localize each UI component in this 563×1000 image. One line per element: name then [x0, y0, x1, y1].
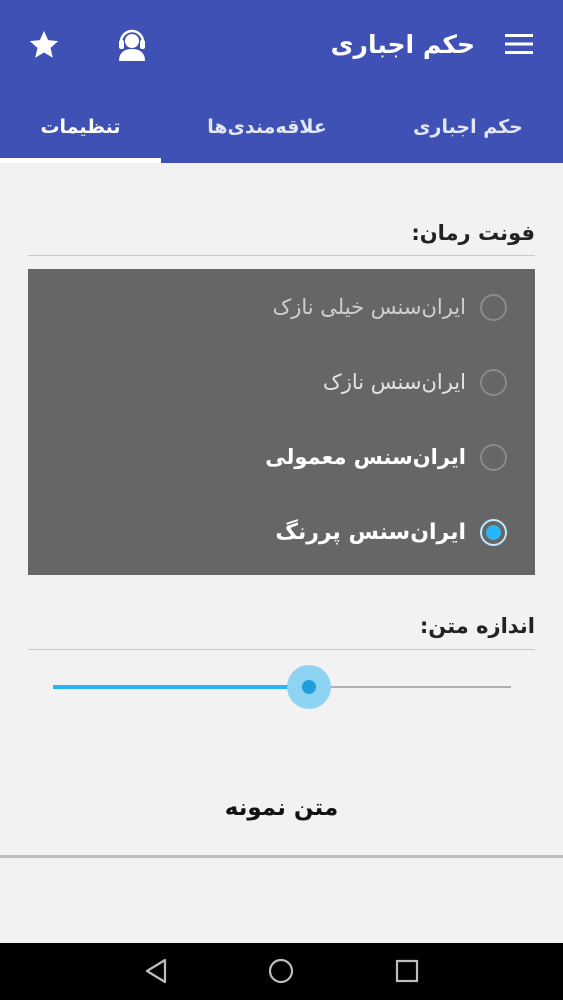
settings-content: فونت رمان: ایران‌سنس خیلی نازک ایران‌سنس… [0, 163, 563, 858]
tab-compulsory-sentence[interactable]: حکم اجباری [373, 90, 563, 163]
divider [28, 649, 535, 650]
text-size-section-label: اندازه متن: [419, 614, 535, 638]
font-option-bold[interactable]: ایران‌سنس پررنگ [28, 504, 535, 560]
hamburger-menu-icon[interactable] [503, 32, 535, 56]
font-option-label: ایران‌سنس خیلی نازک [272, 295, 466, 319]
tab-bar: حکم اجباری علاقه‌مندی‌ها تنظیمات [0, 90, 563, 163]
tab-settings[interactable]: تنظیمات [0, 90, 161, 163]
star-icon[interactable] [27, 28, 61, 62]
radio-button-selected[interactable] [480, 518, 507, 546]
app-title: حکم اجباری [330, 30, 475, 59]
font-option-extra-thin[interactable]: ایران‌سنس خیلی نازک [28, 279, 535, 335]
app-bar: حکم اجباری حکم اجباری علاقه‌مندی‌ها [0, 0, 563, 163]
font-option-thin[interactable]: ایران‌سنس نازک [28, 354, 535, 410]
tab-label: علاقه‌مندی‌ها [207, 115, 327, 138]
radio-button[interactable] [480, 368, 507, 396]
font-option-label: ایران‌سنس معمولی [265, 445, 466, 469]
tab-favorites[interactable]: علاقه‌مندی‌ها [161, 90, 373, 163]
divider [28, 255, 535, 256]
back-triangle-icon[interactable] [143, 957, 169, 989]
radio-button[interactable] [480, 443, 507, 471]
tab-label: تنظیمات [40, 115, 121, 138]
system-nav-bar [0, 943, 563, 1000]
recents-square-icon[interactable] [394, 957, 420, 989]
headset-support-icon[interactable] [116, 26, 148, 62]
home-circle-icon[interactable] [267, 957, 295, 989]
font-section-label: فونت رمان: [411, 221, 535, 245]
font-options-panel: ایران‌سنس خیلی نازک ایران‌سنس نازک ایران… [28, 269, 535, 575]
text-size-slider[interactable] [53, 657, 511, 717]
toolbar: حکم اجباری [0, 0, 563, 90]
slider-thumb[interactable] [302, 680, 316, 694]
radio-button[interactable] [480, 293, 507, 321]
sample-text: متن نمونه [224, 795, 339, 821]
font-option-regular[interactable]: ایران‌سنس معمولی [28, 429, 535, 485]
slider-fill [53, 685, 309, 689]
font-option-label: ایران‌سنس نازک [322, 370, 466, 394]
font-option-label: ایران‌سنس پررنگ [275, 519, 466, 545]
tab-label: حکم اجباری [413, 115, 523, 138]
